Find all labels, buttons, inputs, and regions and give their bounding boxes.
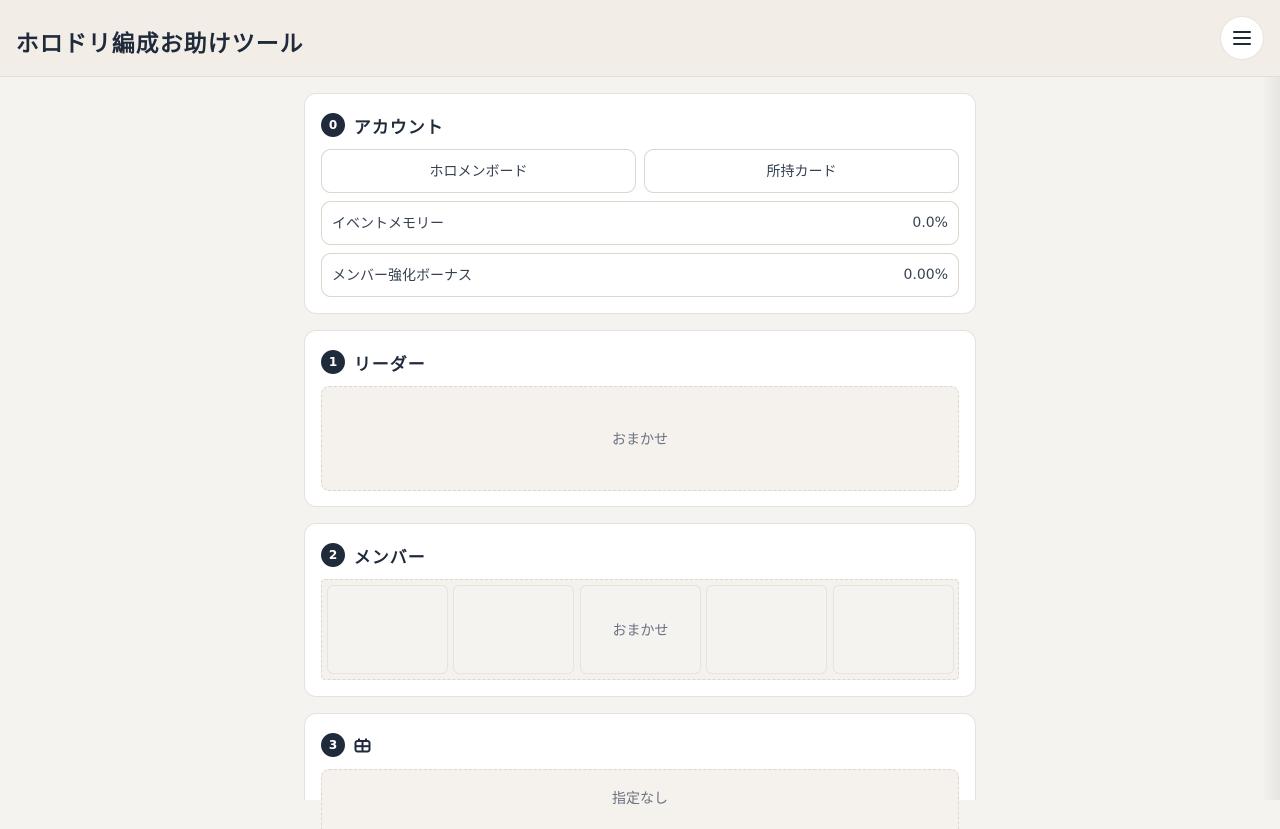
field-value: 0.00% xyxy=(903,267,948,283)
ticket-section: 3 指定なし xyxy=(304,713,976,829)
member-slots-area: おまかせ xyxy=(321,579,959,680)
app-header: ホロドリ編成お助けツール xyxy=(0,0,1280,77)
member-slot-1[interactable] xyxy=(327,585,448,674)
account-section-header: 0 アカウント xyxy=(321,113,444,138)
holomen-board-button[interactable]: ホロメンボード xyxy=(321,149,636,193)
menu-button[interactable] xyxy=(1220,16,1264,60)
section-title: アカウント xyxy=(354,117,444,138)
leader-slot[interactable]: おまかせ xyxy=(321,386,959,491)
ticket-slot[interactable]: 指定なし xyxy=(321,769,959,829)
step-badge: 1 xyxy=(321,350,345,374)
side-shadow xyxy=(1262,77,1280,800)
hamburger-menu-icon xyxy=(1233,31,1251,45)
member-slot-2[interactable] xyxy=(453,585,574,674)
members-section: 2 メンバー おまかせ xyxy=(304,523,976,697)
app-title: ホロドリ編成お助けツール xyxy=(16,31,304,57)
step-badge: 3 xyxy=(321,733,345,757)
ticket-grid-icon xyxy=(354,738,371,752)
members-section-header: 2 メンバー xyxy=(321,543,426,568)
ticket-section-header: 3 xyxy=(321,733,371,757)
account-section: 0 アカウント ホロメンボード 所持カード イベントメモリー 0.0% メンバー… xyxy=(304,93,976,314)
leader-section: 1 リーダー おまかせ xyxy=(304,330,976,507)
event-memory-field[interactable]: イベントメモリー 0.0% xyxy=(321,201,959,245)
field-label: メンバー強化ボーナス xyxy=(332,268,472,284)
section-title: リーダー xyxy=(354,354,426,375)
section-title: メンバー xyxy=(354,547,426,568)
member-slot-5[interactable] xyxy=(833,585,954,674)
member-slot-3[interactable]: おまかせ xyxy=(580,585,701,674)
member-bonus-field[interactable]: メンバー強化ボーナス 0.00% xyxy=(321,253,959,297)
field-label: イベントメモリー xyxy=(332,216,444,232)
field-value: 0.0% xyxy=(912,215,948,231)
owned-cards-button[interactable]: 所持カード xyxy=(644,149,959,193)
step-badge: 2 xyxy=(321,543,345,567)
member-slot-4[interactable] xyxy=(706,585,827,674)
step-badge: 0 xyxy=(321,113,345,137)
leader-section-header: 1 リーダー xyxy=(321,350,426,375)
